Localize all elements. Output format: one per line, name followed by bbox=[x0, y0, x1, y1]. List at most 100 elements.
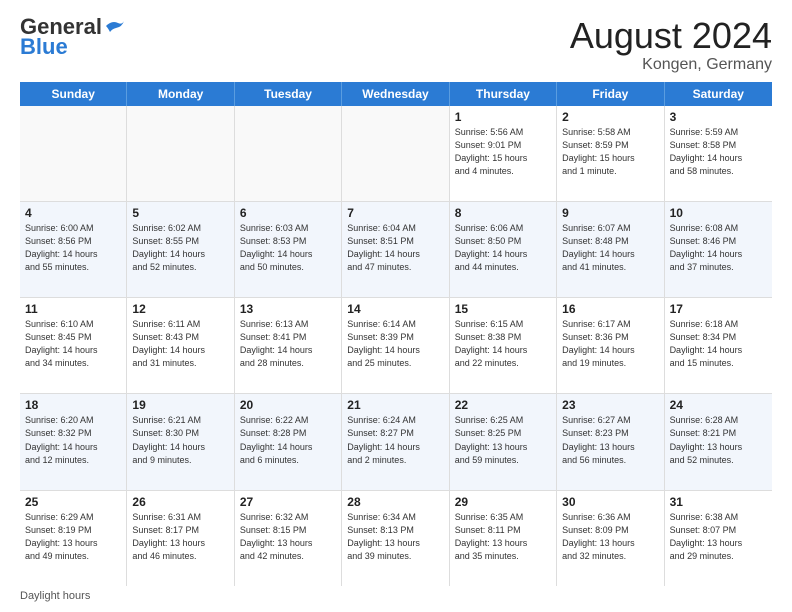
cal-cell-5-4: 28 Sunrise: 6:34 AM Sunset: 8:13 PM Dayli… bbox=[342, 491, 449, 586]
cell-detail: Sunrise: 6:02 AM Sunset: 8:55 PM Dayligh… bbox=[132, 222, 228, 274]
day-number: 29 bbox=[455, 495, 551, 509]
day-number: 2 bbox=[562, 110, 658, 124]
cell-detail: Sunrise: 6:28 AM Sunset: 8:21 PM Dayligh… bbox=[670, 414, 767, 466]
title-block: August 2024 Kongen, Germany bbox=[570, 16, 772, 74]
day-number: 25 bbox=[25, 495, 121, 509]
cell-detail: Sunrise: 6:35 AM Sunset: 8:11 PM Dayligh… bbox=[455, 511, 551, 563]
header-saturday: Saturday bbox=[665, 82, 772, 106]
cell-detail: Sunrise: 5:59 AM Sunset: 8:58 PM Dayligh… bbox=[670, 126, 767, 178]
cal-cell-5-6: 30Sunrise: 6:36 AM Sunset: 8:09 PM Dayli… bbox=[557, 491, 664, 586]
cal-cell-1-5: 1 Sunrise: 5:56 AM Sunset: 9:01 PM Daylig… bbox=[450, 106, 557, 201]
day-number: 9 bbox=[562, 206, 658, 220]
day-number: 20 bbox=[240, 398, 336, 412]
calendar-body: 1 Sunrise: 5:56 AM Sunset: 9:01 PM Daylig… bbox=[20, 106, 772, 586]
daylight-label: Daylight hours bbox=[20, 590, 90, 602]
cal-cell-3-4: 14 Sunrise: 6:14 AM Sunset: 8:39 PM Dayli… bbox=[342, 298, 449, 393]
logo: General Blue bbox=[20, 16, 126, 58]
logo-blue: Blue bbox=[20, 36, 68, 58]
calendar-week-3: 11 Sunrise: 6:10 AM Sunset: 8:45 PM Dayli… bbox=[20, 298, 772, 394]
header-wednesday: Wednesday bbox=[342, 82, 449, 106]
month-year: August 2024 bbox=[570, 16, 772, 56]
day-number: 26 bbox=[132, 495, 228, 509]
cal-cell-5-5: 29 Sunrise: 6:35 AM Sunset: 8:11 PM Dayli… bbox=[450, 491, 557, 586]
cal-cell-3-2: 12 Sunrise: 6:11 AM Sunset: 8:43 PM Dayli… bbox=[127, 298, 234, 393]
calendar-header: Sunday Monday Tuesday Wednesday Thursday… bbox=[20, 82, 772, 106]
day-number: 30 bbox=[562, 495, 658, 509]
cell-detail: Sunrise: 6:11 AM Sunset: 8:43 PM Dayligh… bbox=[132, 318, 228, 370]
footer-note: Daylight hours bbox=[20, 590, 772, 602]
day-number: 15 bbox=[455, 302, 551, 316]
cell-detail: Sunrise: 6:31 AM Sunset: 8:17 PM Dayligh… bbox=[132, 511, 228, 563]
cell-detail: Sunrise: 6:24 AM Sunset: 8:27 PM Dayligh… bbox=[347, 414, 443, 466]
location: Kongen, Germany bbox=[570, 56, 772, 74]
day-number: 16 bbox=[562, 302, 658, 316]
cal-cell-2-6: 9 Sunrise: 6:07 AM Sunset: 8:48 PM Daylig… bbox=[557, 202, 664, 297]
day-number: 7 bbox=[347, 206, 443, 220]
day-number: 4 bbox=[25, 206, 121, 220]
header-tuesday: Tuesday bbox=[235, 82, 342, 106]
cell-detail: Sunrise: 6:22 AM Sunset: 8:28 PM Dayligh… bbox=[240, 414, 336, 466]
cal-cell-5-3: 27Sunrise: 6:32 AM Sunset: 8:15 PM Dayli… bbox=[235, 491, 342, 586]
header-thursday: Thursday bbox=[450, 82, 557, 106]
day-number: 5 bbox=[132, 206, 228, 220]
cal-cell-5-1: 25Sunrise: 6:29 AM Sunset: 8:19 PM Dayli… bbox=[20, 491, 127, 586]
cell-detail: Sunrise: 6:25 AM Sunset: 8:25 PM Dayligh… bbox=[455, 414, 551, 466]
cal-cell-4-7: 24 Sunrise: 6:28 AM Sunset: 8:21 PM Dayli… bbox=[665, 394, 772, 489]
day-number: 23 bbox=[562, 398, 658, 412]
day-number: 18 bbox=[25, 398, 121, 412]
cell-detail: Sunrise: 6:04 AM Sunset: 8:51 PM Dayligh… bbox=[347, 222, 443, 274]
cell-detail: Sunrise: 6:17 AM Sunset: 8:36 PM Dayligh… bbox=[562, 318, 658, 370]
cell-detail: Sunrise: 6:00 AM Sunset: 8:56 PM Dayligh… bbox=[25, 222, 121, 274]
cal-cell-4-3: 20 Sunrise: 6:22 AM Sunset: 8:28 PM Dayli… bbox=[235, 394, 342, 489]
day-number: 19 bbox=[132, 398, 228, 412]
cell-detail: Sunrise: 6:14 AM Sunset: 8:39 PM Dayligh… bbox=[347, 318, 443, 370]
day-number: 12 bbox=[132, 302, 228, 316]
day-number: 1 bbox=[455, 110, 551, 124]
cell-detail: Sunrise: 6:13 AM Sunset: 8:41 PM Dayligh… bbox=[240, 318, 336, 370]
cal-cell-4-1: 18Sunrise: 6:20 AM Sunset: 8:32 PM Dayli… bbox=[20, 394, 127, 489]
cal-cell-1-1 bbox=[20, 106, 127, 201]
cal-cell-3-6: 16 Sunrise: 6:17 AM Sunset: 8:36 PM Dayli… bbox=[557, 298, 664, 393]
cell-detail: Sunrise: 6:07 AM Sunset: 8:48 PM Dayligh… bbox=[562, 222, 658, 274]
cell-detail: Sunrise: 6:03 AM Sunset: 8:53 PM Dayligh… bbox=[240, 222, 336, 274]
cal-cell-5-2: 26 Sunrise: 6:31 AM Sunset: 8:17 PM Dayli… bbox=[127, 491, 234, 586]
cell-detail: Sunrise: 6:10 AM Sunset: 8:45 PM Dayligh… bbox=[25, 318, 121, 370]
day-number: 28 bbox=[347, 495, 443, 509]
cell-detail: Sunrise: 5:56 AM Sunset: 9:01 PM Dayligh… bbox=[455, 126, 551, 178]
day-number: 24 bbox=[670, 398, 767, 412]
cal-cell-1-7: 3 Sunrise: 5:59 AM Sunset: 8:58 PM Daylig… bbox=[665, 106, 772, 201]
cell-detail: Sunrise: 6:21 AM Sunset: 8:30 PM Dayligh… bbox=[132, 414, 228, 466]
day-number: 14 bbox=[347, 302, 443, 316]
header: General Blue August 2024 Kongen, Germany bbox=[20, 16, 772, 74]
cal-cell-2-4: 7 Sunrise: 6:04 AM Sunset: 8:51 PM Daylig… bbox=[342, 202, 449, 297]
cal-cell-3-3: 13Sunrise: 6:13 AM Sunset: 8:41 PM Dayli… bbox=[235, 298, 342, 393]
header-sunday: Sunday bbox=[20, 82, 127, 106]
header-friday: Friday bbox=[557, 82, 664, 106]
day-number: 22 bbox=[455, 398, 551, 412]
day-number: 31 bbox=[670, 495, 767, 509]
day-number: 11 bbox=[25, 302, 121, 316]
day-number: 21 bbox=[347, 398, 443, 412]
cell-detail: Sunrise: 6:08 AM Sunset: 8:46 PM Dayligh… bbox=[670, 222, 767, 274]
cal-cell-3-1: 11 Sunrise: 6:10 AM Sunset: 8:45 PM Dayli… bbox=[20, 298, 127, 393]
day-number: 17 bbox=[670, 302, 767, 316]
cal-cell-3-5: 15Sunrise: 6:15 AM Sunset: 8:38 PM Dayli… bbox=[450, 298, 557, 393]
cal-cell-1-6: 2 Sunrise: 5:58 AM Sunset: 8:59 PM Daylig… bbox=[557, 106, 664, 201]
page: General Blue August 2024 Kongen, Germany… bbox=[0, 0, 792, 612]
cell-detail: Sunrise: 6:34 AM Sunset: 8:13 PM Dayligh… bbox=[347, 511, 443, 563]
cal-cell-4-6: 23Sunrise: 6:27 AM Sunset: 8:23 PM Dayli… bbox=[557, 394, 664, 489]
logo-bird-icon bbox=[104, 18, 126, 36]
cal-cell-2-1: 4 Sunrise: 6:00 AM Sunset: 8:56 PM Daylig… bbox=[20, 202, 127, 297]
day-number: 8 bbox=[455, 206, 551, 220]
cal-cell-3-7: 17 Sunrise: 6:18 AM Sunset: 8:34 PM Dayli… bbox=[665, 298, 772, 393]
cell-detail: Sunrise: 6:18 AM Sunset: 8:34 PM Dayligh… bbox=[670, 318, 767, 370]
cell-detail: Sunrise: 6:32 AM Sunset: 8:15 PM Dayligh… bbox=[240, 511, 336, 563]
cal-cell-1-2 bbox=[127, 106, 234, 201]
day-number: 10 bbox=[670, 206, 767, 220]
cal-cell-2-5: 8Sunrise: 6:06 AM Sunset: 8:50 PM Daylig… bbox=[450, 202, 557, 297]
cal-cell-2-3: 6Sunrise: 6:03 AM Sunset: 8:53 PM Daylig… bbox=[235, 202, 342, 297]
day-number: 3 bbox=[670, 110, 767, 124]
calendar: Sunday Monday Tuesday Wednesday Thursday… bbox=[20, 82, 772, 586]
cal-cell-2-2: 5 Sunrise: 6:02 AM Sunset: 8:55 PM Daylig… bbox=[127, 202, 234, 297]
cell-detail: Sunrise: 5:58 AM Sunset: 8:59 PM Dayligh… bbox=[562, 126, 658, 178]
